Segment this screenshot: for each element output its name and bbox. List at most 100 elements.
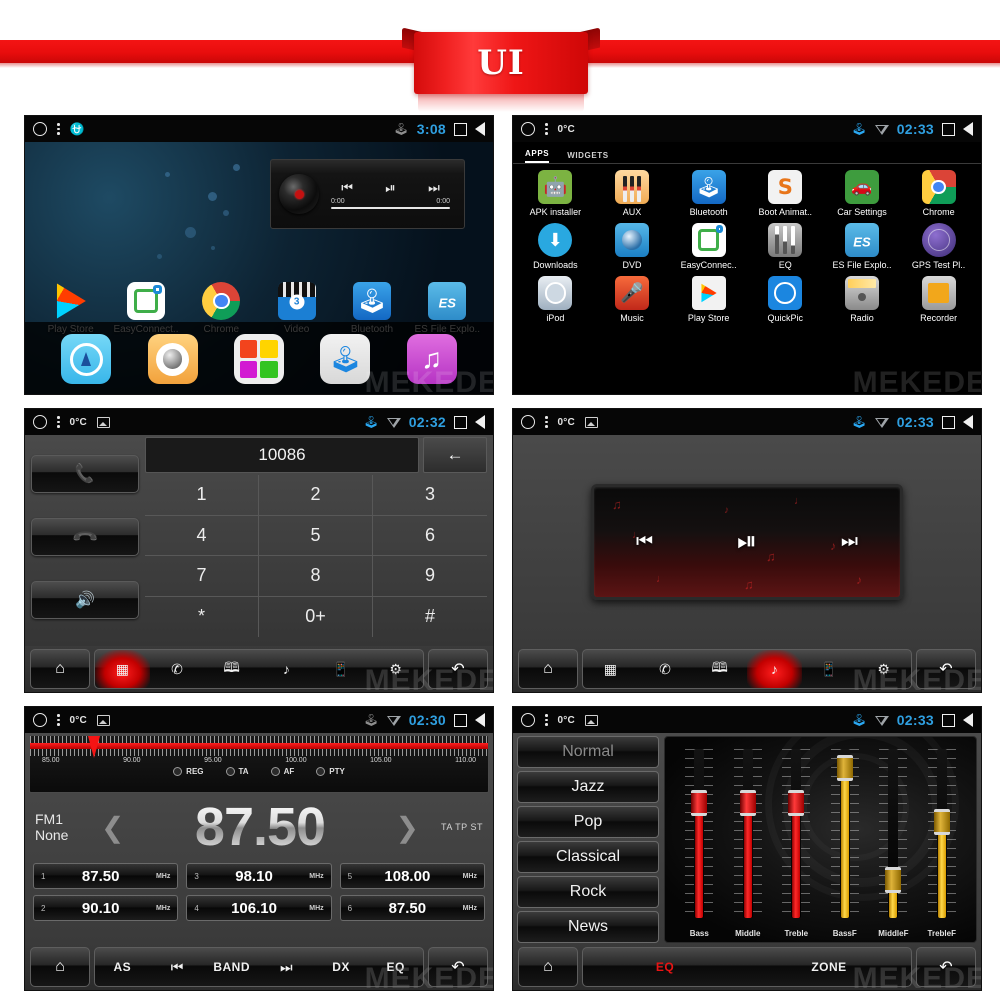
chevron-left-icon[interactable]: ❮ [95,811,130,844]
drawer-app-dvd[interactable]: DVD [594,223,671,270]
drawer-app-radio[interactable]: Radio [824,276,901,323]
eq-tab-button[interactable]: EQ [583,948,747,986]
navigation-icon[interactable] [61,334,112,384]
bluetooth-icon[interactable]: 🕹 [320,334,371,384]
key-8[interactable]: 8 [259,556,373,597]
band-button[interactable]: BAND [204,948,259,986]
home-circle-icon[interactable] [33,713,47,727]
drawer-app-gps-test[interactable]: GPS Test Pl.. [900,223,977,270]
drawer-app-es-file-explorer[interactable]: ES File Explo.. [824,223,901,270]
contacts-book-icon[interactable]: 🕮 [692,650,747,688]
apps-grid-icon[interactable] [233,334,284,384]
eq-button[interactable]: EQ [368,948,423,986]
eq-slider-middlef[interactable]: MiddleF [878,745,908,938]
preset-1[interactable]: 1 87.50 MHz [33,863,179,889]
dialpad-icon[interactable]: ▦ [583,650,638,688]
rds-reg[interactable]: REG [173,767,204,776]
radio-tuning-scale[interactable]: 85.00 90.00 95.00 100.00 105.00 110.00 R… [29,735,489,793]
home-circle-icon[interactable] [521,713,535,727]
back-arrow-icon[interactable] [475,713,485,727]
back-arrow-icon[interactable] [963,713,973,727]
slider-knob[interactable] [885,867,902,894]
eq-preset-normal[interactable]: Normal [517,736,659,768]
preset-3[interactable]: 3 98.10 MHz [186,863,332,889]
back-arrow-icon[interactable]: ↶ [916,649,976,689]
eq-preset-classical[interactable]: Classical [517,841,659,873]
home-icon[interactable]: ⌂ [518,947,578,987]
overflow-menu-icon[interactable] [545,714,548,726]
settings-gear-icon[interactable]: ⚙ [368,650,423,688]
overflow-menu-icon[interactable] [57,416,60,428]
eq-preset-pop[interactable]: Pop [517,806,659,838]
contacts-book-icon[interactable]: 🕮 [204,650,259,688]
music-icon[interactable]: ♫ [406,334,457,384]
slider-knob[interactable] [933,809,950,836]
drawer-app-eq[interactable]: EQ [747,223,824,270]
drawer-app-quickpic[interactable]: QuickPic [747,276,824,323]
eq-slider-treblef[interactable]: TrebleF [927,745,957,938]
overflow-menu-icon[interactable] [545,416,548,428]
phone-number-display[interactable]: 10086 [145,437,419,473]
rds-pty[interactable]: PTY [316,767,345,776]
key-hash[interactable]: # [373,597,487,638]
slider-knob[interactable] [788,790,805,817]
drawer-app-play-store[interactable]: Play Store [670,276,747,323]
call-log-icon[interactable]: ✆ [638,650,693,688]
slider-knob[interactable] [739,790,756,817]
home-icon[interactable]: ⌂ [518,649,578,689]
progress-bar[interactable] [331,206,450,209]
back-arrow-icon[interactable] [475,122,485,136]
back-arrow-icon[interactable] [963,122,973,136]
dialpad-icon[interactable]: ▦ [95,650,150,688]
chevron-right-icon[interactable]: ❯ [390,811,425,844]
speaker-button[interactable]: 🔊 [31,580,139,619]
music-widget[interactable]: ⏮ ⏯ ⏭ 0:00 0:00 [270,159,465,229]
seek-down-icon[interactable]: ⏮ [150,948,205,986]
skip-previous-icon[interactable]: ⏮ [341,180,353,196]
recents-square-icon[interactable] [942,122,955,136]
key-9[interactable]: 9 [373,556,487,597]
skip-next-icon[interactable]: ⏭ [428,180,440,196]
rds-ta[interactable]: TA [225,767,249,776]
skip-previous-icon[interactable]: ⏮ [636,531,653,553]
key-4[interactable]: 4 [145,515,259,556]
dvd-icon[interactable] [147,334,198,384]
dx-button[interactable]: DX [314,948,369,986]
home-circle-icon[interactable] [33,122,47,136]
rds-af[interactable]: AF [270,767,294,776]
drawer-app-music[interactable]: 🎤 Music [594,276,671,323]
home-icon[interactable]: ⌂ [30,649,90,689]
recents-square-icon[interactable] [454,713,467,727]
drawer-app-apk-installer[interactable]: 🤖 APK installer [517,170,594,217]
key-7[interactable]: 7 [145,556,259,597]
drawer-app-aux[interactable]: AUX [594,170,671,217]
overflow-menu-icon[interactable] [57,714,60,726]
key-5[interactable]: 5 [259,515,373,556]
key-6[interactable]: 6 [373,516,487,556]
call-answer-button[interactable]: 📞 [31,455,139,494]
eq-slider-treble[interactable]: Treble [781,745,811,938]
recents-square-icon[interactable] [942,713,955,727]
key-0[interactable]: 0+ [259,596,373,637]
recents-square-icon[interactable] [942,415,955,429]
preset-6[interactable]: 6 87.50 MHz [339,895,485,921]
key-3[interactable]: 3 [373,475,487,516]
recents-square-icon[interactable] [454,415,467,429]
eq-slider-bass[interactable]: Bass [684,745,714,938]
back-arrow-icon[interactable]: ↶ [916,947,976,987]
home-circle-icon[interactable] [33,415,47,429]
phone-sync-icon[interactable]: 📱 [314,650,369,688]
key-star[interactable]: * [145,596,259,637]
preset-2[interactable]: 2 90.10 MHz [33,895,179,921]
drawer-app-easyconnect[interactable]: EasyConnec.. [670,223,747,270]
skip-next-icon[interactable]: ⏭ [841,531,858,553]
bluetooth-music-icon[interactable]: ♪ [259,650,314,688]
eq-slider-middle[interactable]: Middle [733,745,763,938]
drawer-app-ipod[interactable]: iPod [517,276,594,323]
home-circle-icon[interactable] [521,122,535,136]
drawer-app-recorder[interactable]: Recorder [900,276,977,323]
play-pause-icon[interactable]: ⏯ [737,527,757,556]
call-log-icon[interactable]: ✆ [150,650,205,688]
back-arrow-icon[interactable]: ↶ [428,649,488,689]
tab-widgets[interactable]: WIDGETS [567,151,609,163]
